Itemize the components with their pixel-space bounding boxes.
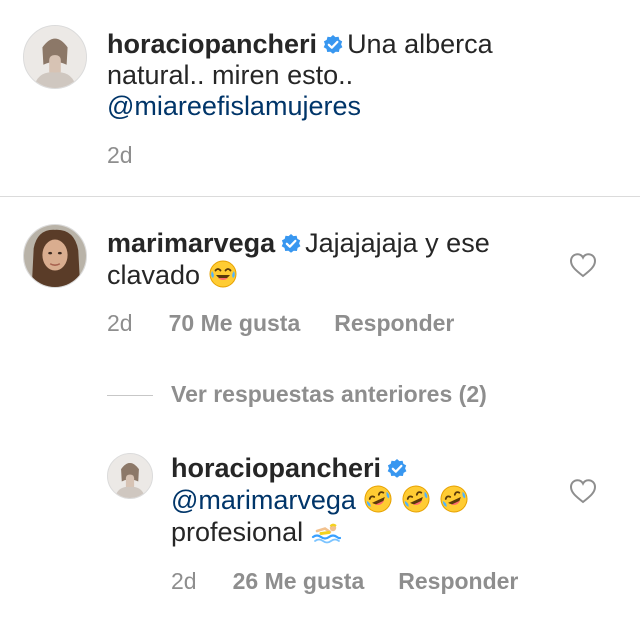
avatar-horaciopancheri[interactable] xyxy=(23,25,87,89)
reply-likes-count[interactable]: 26 Me gusta xyxy=(233,568,365,594)
comment-meta: 2d 70 Me gusta Responder xyxy=(107,310,454,337)
post-timestamp: 2d xyxy=(107,142,133,168)
post-mention-link[interactable]: @miareefislamujeres xyxy=(107,91,361,121)
post-username[interactable]: horaciopancheri xyxy=(107,29,317,59)
reply-text-block: horaciopancheri @marimarvega profesional xyxy=(171,453,551,548)
post-caption: horaciopancheri Una alberca natural.. mir… xyxy=(107,29,547,122)
verified-badge-icon xyxy=(281,234,301,254)
face-with-tears-of-joy-icon xyxy=(208,259,238,289)
view-previous-replies-button[interactable]: Ver respuestas anteriores (2) xyxy=(171,381,487,408)
comment-username[interactable]: marimarvega xyxy=(107,228,275,258)
comment-text-block: marimarvega Jajajajaja y ese clavado xyxy=(107,228,547,291)
person-swimming-icon xyxy=(311,516,341,546)
reply-meta: 2d 26 Me gusta Responder xyxy=(171,568,518,595)
replies-divider-line xyxy=(107,395,153,396)
like-reply-heart-icon[interactable] xyxy=(569,478,597,504)
rolling-on-floor-laughing-icon xyxy=(401,484,431,514)
rolling-on-floor-laughing-icon xyxy=(363,484,393,514)
avatar-image xyxy=(24,26,86,88)
comment-reply-button[interactable]: Responder xyxy=(334,310,454,336)
avatar-marimarvega[interactable] xyxy=(23,224,87,288)
reply-text: profesional xyxy=(171,517,304,547)
caption-divider xyxy=(0,196,640,197)
reply-reply-button[interactable]: Responder xyxy=(398,568,518,594)
avatar-horaciopancheri-reply[interactable] xyxy=(107,453,153,499)
comment-timestamp: 2d xyxy=(107,310,133,336)
like-comment-heart-icon[interactable] xyxy=(569,252,597,278)
avatar-image xyxy=(24,225,86,287)
reply-mention-link[interactable]: @marimarvega xyxy=(171,485,356,515)
rolling-on-floor-laughing-icon xyxy=(439,484,469,514)
verified-badge-icon xyxy=(323,35,343,55)
reply-username[interactable]: horaciopancheri xyxy=(171,453,381,483)
comment-likes-count[interactable]: 70 Me gusta xyxy=(169,310,301,336)
verified-badge-icon xyxy=(387,459,407,479)
avatar-image xyxy=(108,454,152,498)
reply-timestamp: 2d xyxy=(171,568,197,594)
